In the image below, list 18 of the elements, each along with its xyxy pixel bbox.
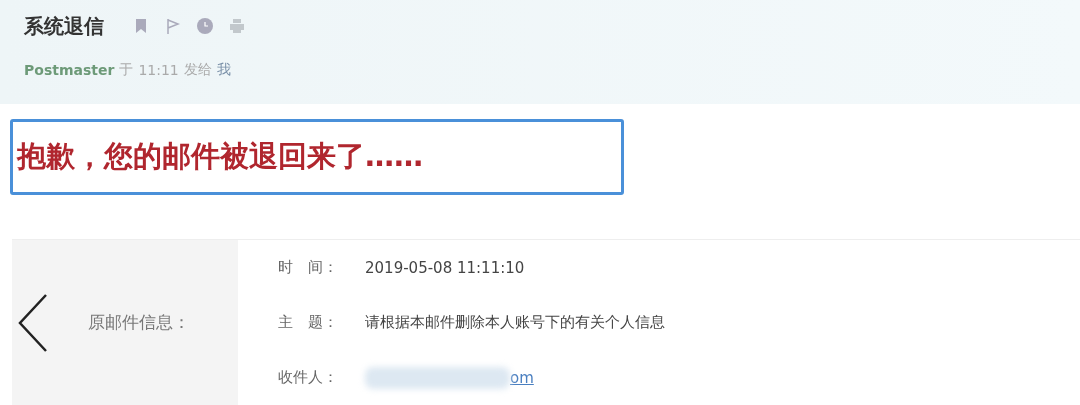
flag-icon[interactable] <box>164 17 182 35</box>
mail-title: 系统退信 <box>24 12 104 40</box>
recipient-link[interactable]: om <box>510 368 534 387</box>
back-chevron-icon[interactable] <box>18 292 48 353</box>
recipient-name[interactable]: 我 <box>216 61 231 79</box>
field-label: 主 题： <box>277 313 339 332</box>
meta-text: 发给 <box>183 61 212 79</box>
field-label: 时 间： <box>277 258 339 277</box>
meta-text: 于 <box>119 61 134 79</box>
bounce-notice: 抱歉，您的邮件被退回来了…… <box>17 138 423 176</box>
print-icon[interactable] <box>228 17 246 35</box>
info-value: 2019-05-08 11:11:10 <box>365 258 525 277</box>
sender-name[interactable]: Postmaster <box>24 62 115 78</box>
info-label: 原邮件信息： <box>88 311 190 334</box>
sent-time: 11:11 <box>138 62 179 78</box>
clock-icon[interactable] <box>196 17 214 35</box>
info-value: 请根据本邮件删除本人账号下的有关个人信息 <box>365 313 665 332</box>
field-label: 收件人： <box>277 368 339 387</box>
